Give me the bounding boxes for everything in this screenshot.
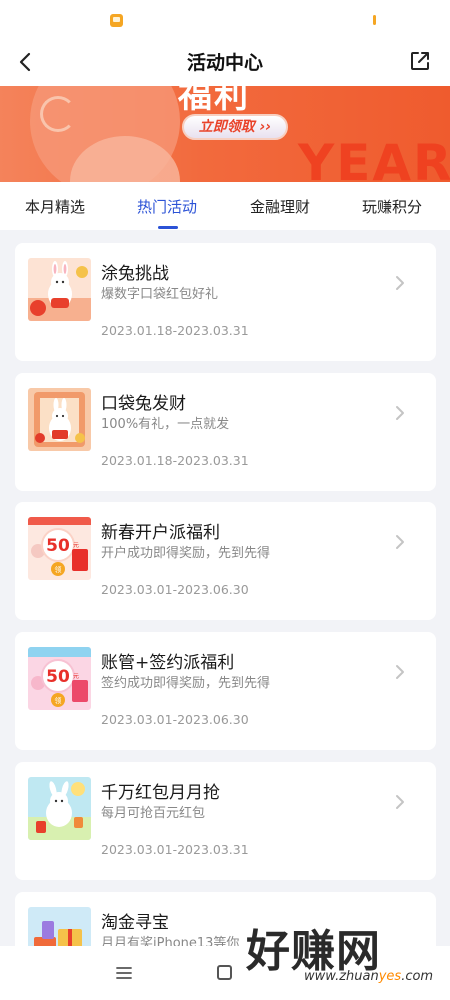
activity-date-range: 2023.03.01-2023.06.30 [101,712,249,727]
activity-title: 千万红包月月抢 [101,783,220,803]
home-square-icon[interactable] [217,965,232,980]
menu-icon[interactable] [116,966,132,980]
nav-bar: 活动中心 [0,42,450,86]
watermark-url-highlight: yes [378,969,402,984]
activity-title: 口袋兔发财 [101,394,186,414]
chevron-right-icon [396,406,404,420]
badge-tag: 领 [55,565,62,574]
notification-app-icon [110,14,123,27]
activity-date-range: 2023.01.18-2023.03.31 [101,453,249,468]
watermark-url-suffix: .com [401,969,434,984]
watermark-url: www.zhuanyes.com [304,969,433,984]
status-bar [0,0,450,42]
activity-date-range: 2023.03.01-2023.03.31 [101,842,249,857]
badge-unit: 元 [73,542,79,549]
activity-subtitle: 开户成功即得奖励，先到先得 [101,546,271,561]
activity-card[interactable]: 千万红包月月抢 每月可抢百元红包 2023.03.01-2023.03.31 [15,762,436,880]
badge-tag: 领 [55,696,62,705]
activity-title: 新春开户派福利 [101,523,220,543]
chevron-right-icon [396,535,404,549]
activity-subtitle: 爆数字口袋红包好礼 [101,287,219,302]
tab-finance[interactable]: 金融理财 [250,196,310,217]
tab-hot-activities[interactable]: 热门活动 [137,196,197,217]
rabbit-door-thumbnail [28,388,91,451]
activity-card[interactable]: 口袋兔发财 100%有礼，一点就发 2023.01.18-2023.03.31 [15,373,436,491]
activity-date-range: 2023.01.18-2023.03.31 [101,323,249,338]
activity-card[interactable]: 涂兔挑战 爆数字口袋红包好礼 2023.01.18-2023.03.31 [15,243,436,361]
banner-headline: 福利 [178,86,250,116]
activity-card[interactable]: 50 元 领 新春开户派福利 开户成功即得奖励，先到先得 2023.03.01-… [15,502,436,620]
active-tab-indicator [158,226,178,229]
activity-subtitle: 100%有礼，一点就发 [101,417,230,432]
promo-banner[interactable]: 福利 立即领取 ›› YEAR [0,86,450,182]
activity-subtitle: 每月可抢百元红包 [101,806,206,821]
tab-monthly-picks[interactable]: 本月精选 [25,196,85,217]
tab-earn-points[interactable]: 玩赚积分 [362,196,422,217]
activity-title: 淘金寻宝 [101,913,169,933]
status-indicator-icon [373,15,376,25]
page-title: 活动中心 [186,52,263,74]
banner-decor-text: YEAR [298,134,450,182]
activity-card[interactable]: 50 元 领 账管+签约派福利 签约成功即得奖励，先到先得 2023.03.01… [15,632,436,750]
badge-unit: 元 [73,673,79,680]
category-tabs: 本月精选 热门活动 金融理财 玩赚积分 [0,182,450,230]
activity-date-range: 2023.03.01-2023.06.30 [101,582,249,597]
chevron-right-icon [396,665,404,679]
chevron-right-icon [396,795,404,809]
share-external-icon[interactable] [408,49,432,73]
claim-now-button[interactable]: 立即领取 ›› [182,114,288,140]
activity-subtitle: 签约成功即得奖励，先到先得 [101,676,271,691]
chevron-right-icon [396,276,404,290]
red-envelope-50-pink-thumbnail: 50 元 领 [28,647,91,710]
badge-value: 50 [46,536,70,556]
banner-swirl-icon [40,96,76,132]
activity-title: 账管+签约派福利 [101,653,235,673]
badge-value: 50 [46,667,70,687]
red-envelope-50-thumbnail: 50 元 领 [28,517,91,580]
activity-title: 涂兔挑战 [101,264,169,284]
watermark-url-prefix: www.zhuan [304,969,379,984]
rabbit-sky-thumbnail [28,777,91,840]
rabbit-lantern-thumbnail [28,258,91,321]
watermark-logo: 好赚网 www.zhuanyes.com [246,915,446,989]
